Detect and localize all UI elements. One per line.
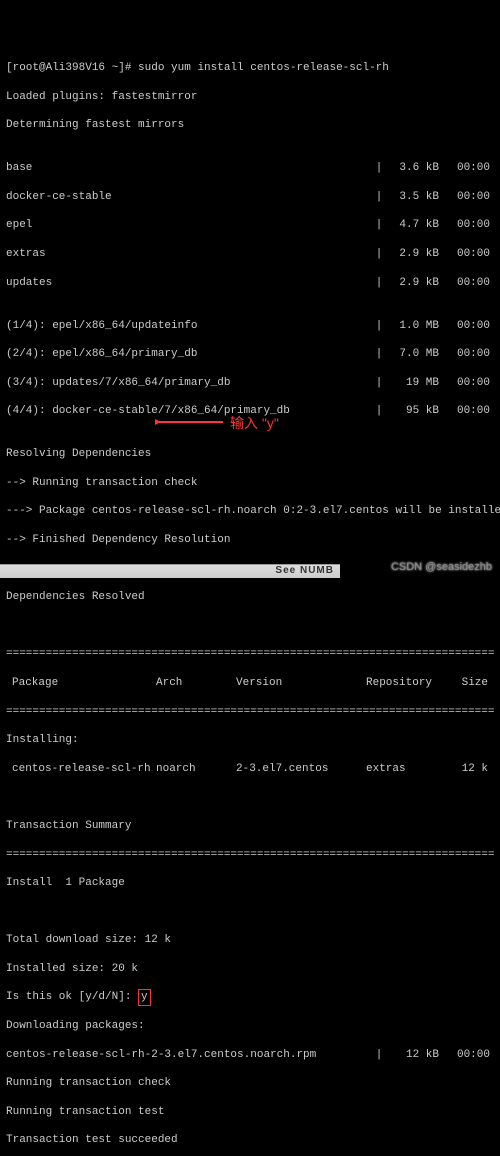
line-pkg-will-install: ---> Package centos-release-scl-rh.noarc…	[6, 504, 494, 518]
line-finished: --> Finished Dependency Resolution	[6, 533, 494, 547]
line-dep-resolved: Dependencies Resolved	[6, 590, 494, 604]
line-determining: Determining fastest mirrors	[6, 118, 494, 132]
command-text: sudo yum install centos-release-scl-rh	[138, 62, 389, 74]
confirm-prompt: Is this ok [y/d/N]:	[6, 991, 138, 1003]
repo-row: base|3.6 kB00:00	[6, 161, 494, 175]
repo-row: updates|2.9 kB00:00	[6, 276, 494, 290]
line-resolving: Resolving Dependencies	[6, 447, 494, 461]
installing-header: Installing:	[6, 733, 494, 747]
blank-line	[6, 619, 494, 633]
line-tts: Transaction test succeeded	[6, 1133, 494, 1147]
footer-strip: See NUMB	[0, 564, 340, 578]
meta-row: (4/4): docker-ce-stable/7/x86_64/primary…	[6, 404, 494, 418]
blank-line	[6, 905, 494, 919]
line-check: --> Running transaction check	[6, 476, 494, 490]
line-plugins: Loaded plugins: fastestmirror	[6, 90, 494, 104]
meta-row: (3/4): updates/7/x86_64/primary_db|19 MB…	[6, 376, 494, 390]
downloading-pkgs: Downloading packages:	[6, 1019, 494, 1033]
blank-line	[6, 790, 494, 804]
install-count: Install 1 Package	[6, 876, 494, 890]
txn-summary: Transaction Summary	[6, 819, 494, 833]
rpm-row: centos-release-scl-rh-2-3.el7.centos.noa…	[6, 1048, 494, 1062]
repo-row: docker-ce-stable|3.5 kB00:00	[6, 190, 494, 204]
repo-row: extras|2.9 kB00:00	[6, 247, 494, 261]
meta-row: (2/4): epel/x86_64/primary_db|7.0 MB00:0…	[6, 347, 494, 361]
rule-line: ========================================…	[6, 848, 494, 862]
rule-line: ========================================…	[6, 705, 494, 719]
confirm-line: Is this ok [y/d/N]: y	[6, 990, 494, 1004]
repo-row: epel|4.7 kB00:00	[6, 218, 494, 232]
table-row: centos-release-scl-rhnoarch2-3.el7.cento…	[6, 762, 494, 776]
installed-size: Installed size: 20 k	[6, 962, 494, 976]
footer-text: See NUMB	[275, 564, 334, 577]
table-header: PackageArchVersionRepositorySize	[6, 676, 494, 690]
rule-line: ========================================…	[6, 647, 494, 661]
line-rtc: Running transaction check	[6, 1076, 494, 1090]
meta-row: (1/4): epel/x86_64/updateinfo|1.0 MB00:0…	[6, 319, 494, 333]
terminal-prompt-line-1: [root@Ali398V16 ~]# sudo yum install cen…	[6, 61, 494, 75]
confirm-input[interactable]: y	[138, 989, 151, 1005]
prompt-prefix: [root@Ali398V16 ~]#	[6, 62, 131, 74]
line-rtt: Running transaction test	[6, 1105, 494, 1119]
watermark: CSDN @seasidezhb	[391, 560, 492, 574]
total-download: Total download size: 12 k	[6, 933, 494, 947]
